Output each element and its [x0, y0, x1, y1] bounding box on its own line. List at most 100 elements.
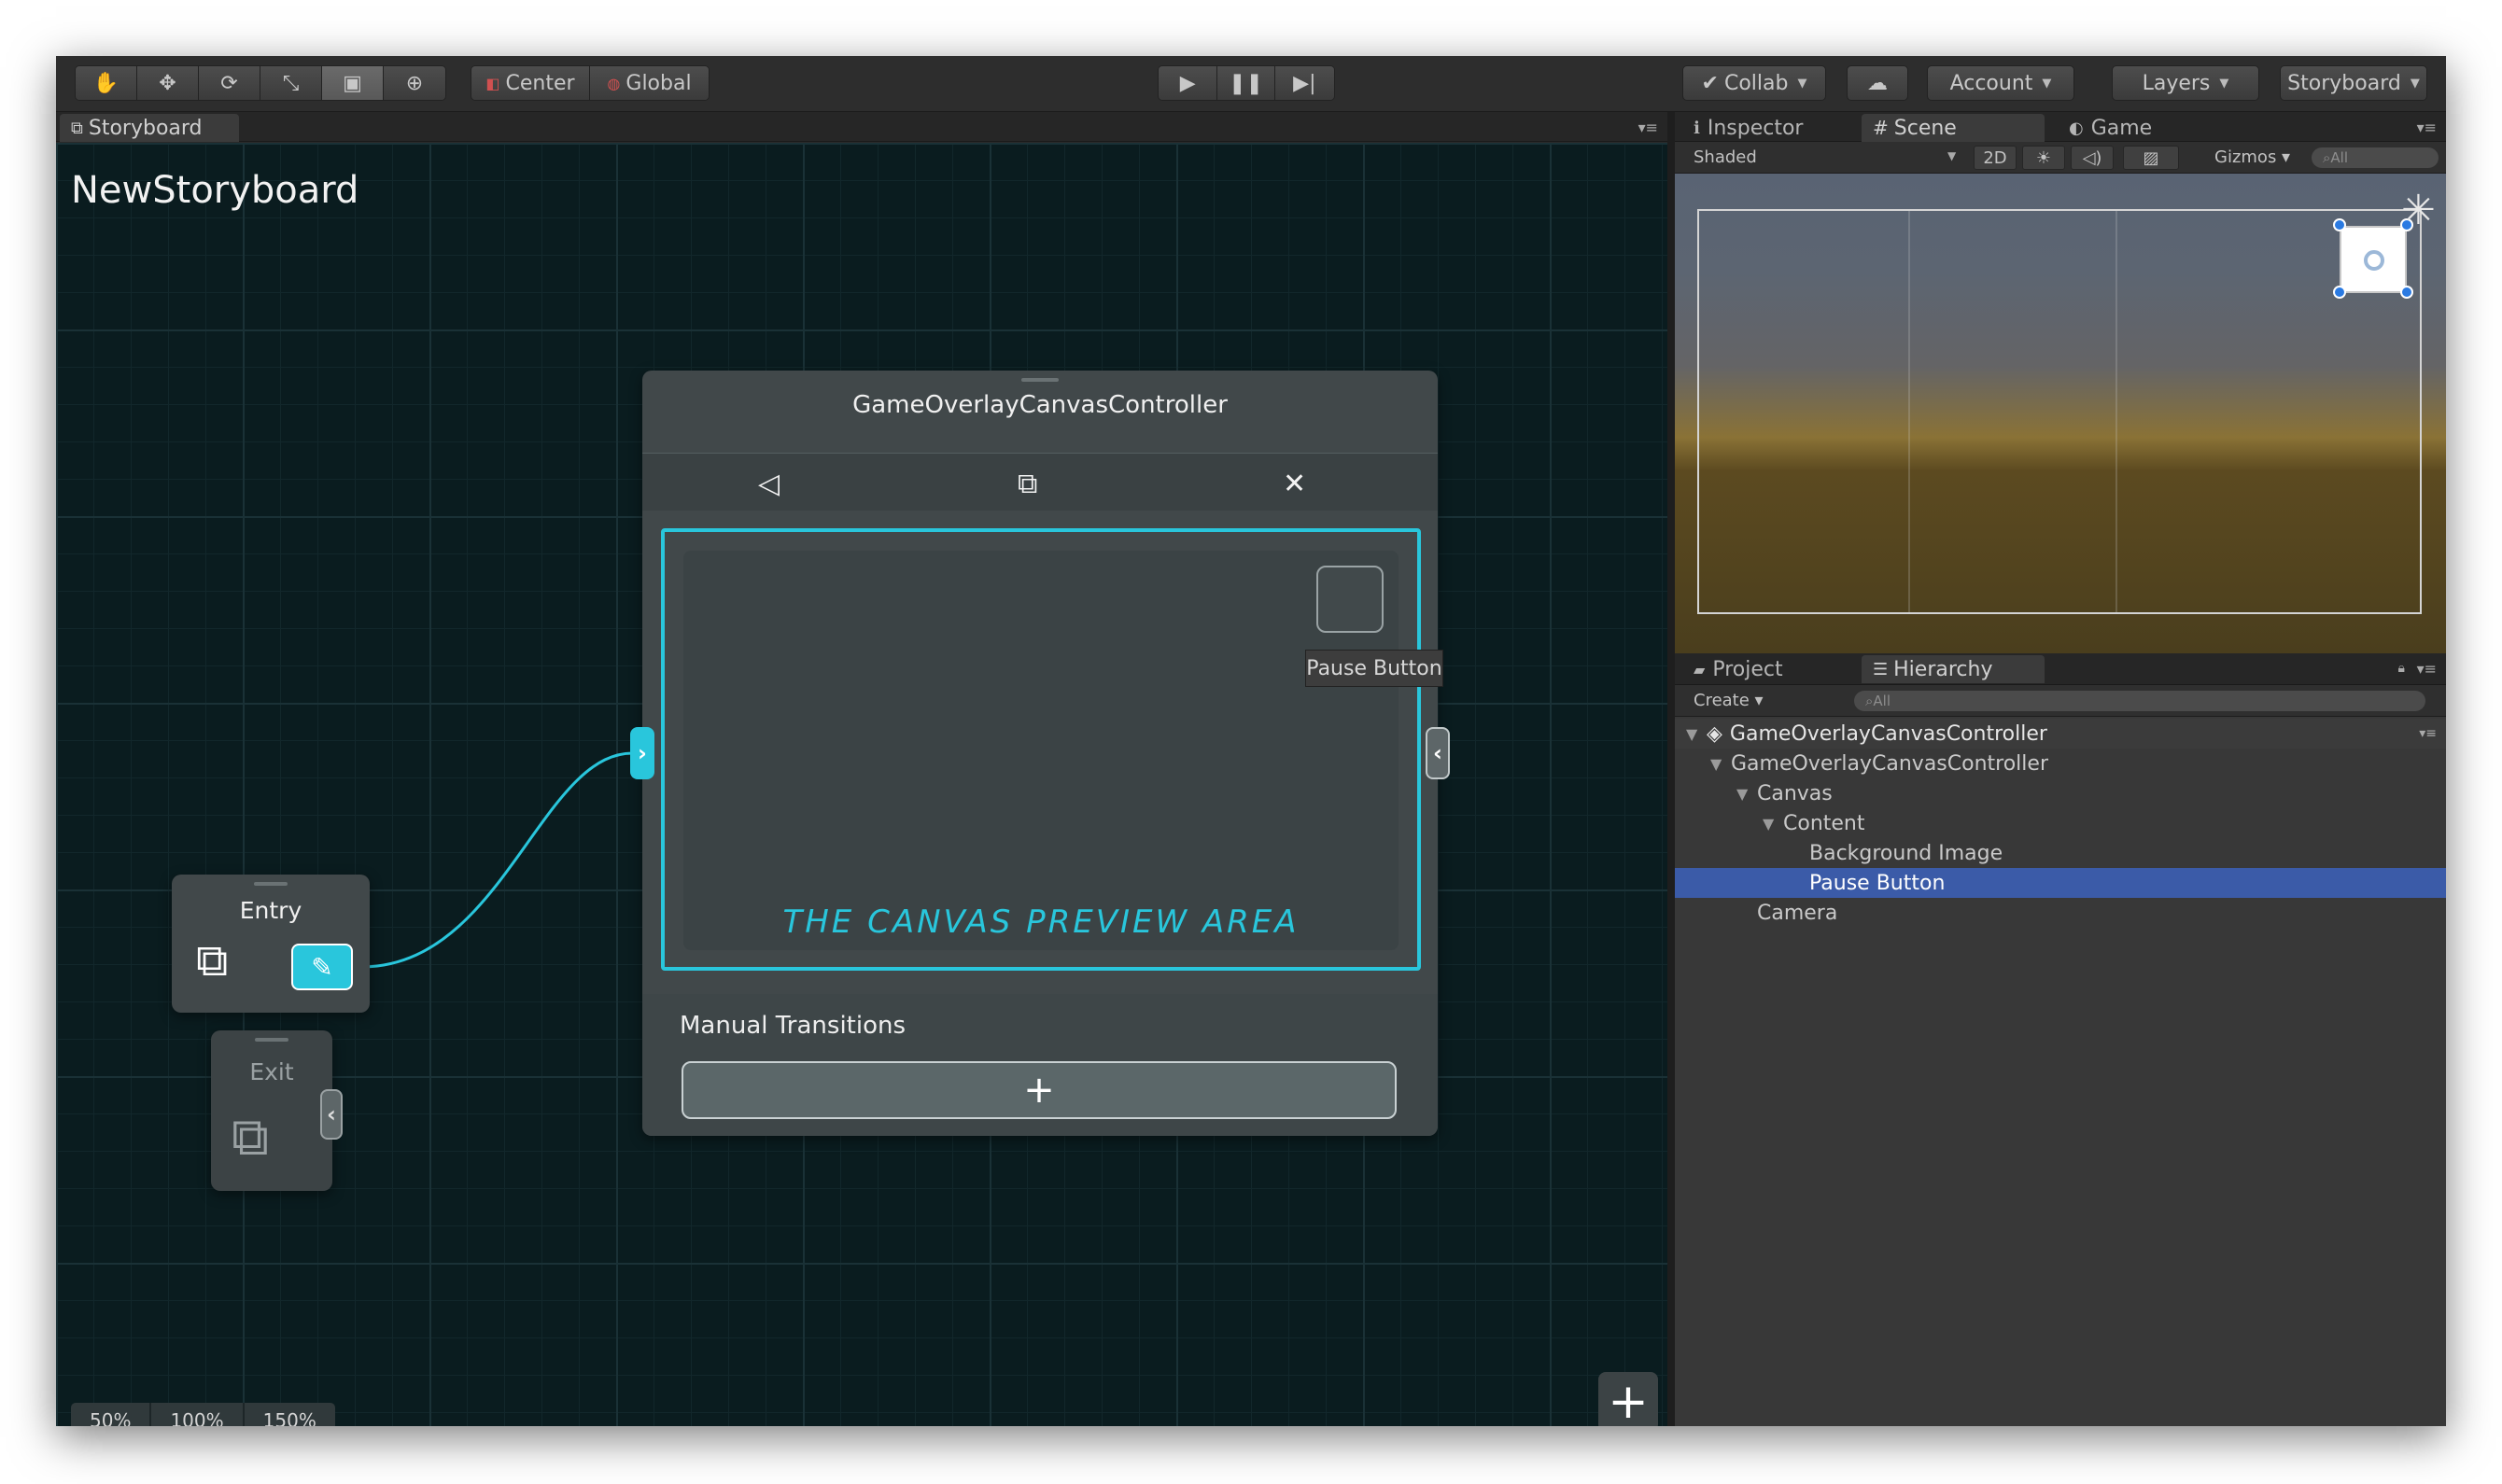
rotate-tool-icon[interactable]: ⟳ [199, 66, 260, 100]
effects-dropdown[interactable]: ▨ [2123, 146, 2179, 170]
orientation-gizmo-icon[interactable]: ✳ [2401, 187, 2436, 234]
tab-hierarchy[interactable]: ☰ Hierarchy [1862, 655, 2045, 683]
play-icon[interactable]: ▶ [1159, 66, 1218, 100]
panel-menu-icon[interactable]: ▾≡ [2417, 660, 2437, 678]
panel-divider[interactable] [1667, 112, 1675, 1426]
tab-scene[interactable]: # Scene [1862, 114, 2045, 142]
account-dropdown[interactable]: Account ▼ [1927, 65, 2074, 101]
zoom-50-button[interactable]: 50% [71, 1403, 152, 1426]
mode-2d-toggle[interactable]: 2D [1974, 146, 2017, 170]
controller-node[interactable]: GameOverlayCanvasController ◁ ⧉ ✕ THE CA… [642, 371, 1443, 1136]
mode-2d-label: 2D [1983, 147, 2007, 168]
exit-icon: ⧉ [232, 1107, 269, 1168]
scene-viewport[interactable]: ✳ [1675, 174, 2446, 653]
storyboard-canvas[interactable]: NewStoryboard GameOverlayCanvasControlle… [56, 143, 1667, 1426]
canvas-preview-area[interactable]: THE CANVAS PREVIEW AREA [683, 551, 1399, 950]
hierarchy-search-placeholder: All [1873, 693, 1891, 709]
preview-caption: THE CANVAS PREVIEW AREA [782, 903, 1300, 941]
layers-label: Layers [2142, 71, 2211, 95]
scene-search-placeholder: All [2330, 149, 2349, 166]
pivot-center-button[interactable]: ◧ Center [471, 66, 590, 100]
tab-project[interactable]: ▰ Project [1682, 655, 1865, 683]
hierarchy-item[interactable]: ▼ Content [1675, 808, 2446, 838]
unity-scene-icon: ◈ [1707, 721, 1722, 746]
plus-icon: + [1608, 1374, 1649, 1426]
resize-handle[interactable] [2333, 218, 2346, 231]
pacman-icon: ◐ [2069, 118, 2084, 138]
lighting-toggle[interactable]: ☀ [2022, 146, 2065, 170]
gizmos-label: Gizmos [2214, 147, 2277, 167]
right-panel: ℹ Inspector # Scene ◐ Game ▾≡ Shaded ▼ 2D ☀… [1675, 112, 2446, 1426]
entry-node[interactable]: Entry ⧉ ✎ [172, 875, 370, 1013]
chevron-left-icon: ‹ [327, 1101, 336, 1127]
shading-dropdown-icon[interactable]: ▼ [1947, 149, 1956, 162]
tab-project-label: Project [1712, 657, 1783, 681]
cloud-button[interactable]: ☁ [1847, 65, 1908, 101]
tab-storyboard-label: Storyboard [88, 116, 203, 140]
hierarchy-item-selected[interactable]: Pause Button [1675, 868, 2446, 898]
speaker-icon: ◁) [2082, 147, 2102, 168]
rect-tool-icon[interactable]: ▣ [322, 66, 384, 100]
exit-input-port[interactable]: ‹ [320, 1089, 343, 1140]
chevron-down-icon: ▼ [1763, 814, 1775, 833]
unity-icon[interactable]: ◁ [758, 468, 780, 500]
zoom-150-button[interactable]: 150% [244, 1403, 335, 1426]
pivot-global-label: Global [626, 71, 692, 95]
hierarchy-item[interactable]: ▼ Canvas [1675, 778, 2446, 808]
scene-search-input[interactable]: ⌕ All [2312, 147, 2439, 168]
gizmos-dropdown[interactable]: Gizmos ▾ [2214, 147, 2290, 167]
hand-tool-icon[interactable]: ✋ [76, 66, 137, 100]
canvas-preview-frame[interactable]: THE CANVAS PREVIEW AREA Pause Button [661, 528, 1443, 971]
panel-menu-icon[interactable]: ▾≡ [2417, 119, 2437, 136]
scene-toolbar: Shaded ▼ 2D ☀ ◁) ▨ Gizmos ▾ ⌕ All [1675, 142, 2446, 174]
storyboard-tabbar: ⧉ Storyboard ▾≡ [56, 112, 1667, 142]
pivot-global-button[interactable]: ◍ Global [590, 66, 709, 100]
create-dropdown[interactable]: Create ▾ [1694, 691, 1764, 710]
audio-toggle[interactable]: ◁) [2071, 146, 2114, 170]
scene-root-row[interactable]: ▼ ◈ GameOverlayCanvasController ▾≡ [1675, 719, 2446, 749]
tab-game[interactable]: ◐ Game [2058, 114, 2241, 142]
transform-tool-icon[interactable]: ⊕ [384, 66, 445, 100]
zoom-100-button[interactable]: 100% [151, 1403, 245, 1426]
move-tool-icon[interactable]: ✥ [137, 66, 199, 100]
drag-handle[interactable] [1021, 378, 1059, 382]
globe-icon: ◍ [607, 74, 621, 92]
panel-menu-icon[interactable]: ▾≡ [1638, 119, 1658, 136]
resize-handle[interactable] [2400, 286, 2413, 299]
controller-input-port[interactable]: › [630, 727, 654, 779]
layout-label: Storyboard [2287, 71, 2401, 95]
chevron-down-icon: ▼ [1686, 724, 1698, 743]
controller-output-port[interactable]: ‹ [1426, 727, 1450, 779]
exit-node[interactable]: Exit ⧉ [211, 1030, 332, 1191]
collab-button[interactable]: ✔ Collab ▼ [1682, 65, 1826, 101]
hierarchy-item[interactable]: Camera [1675, 898, 2446, 928]
hierarchy-search-input[interactable]: ⌕ All [1854, 691, 2425, 711]
tab-storyboard[interactable]: ⧉ Storyboard [60, 114, 239, 142]
layers-dropdown[interactable]: Layers ▼ [2112, 65, 2259, 101]
layout-dropdown[interactable]: Storyboard ▼ [2280, 65, 2427, 101]
hierarchy-item-label: Canvas [1757, 781, 1833, 805]
lock-icon[interactable]: 🔒︎ [2398, 661, 2405, 676]
scene-menu-icon[interactable]: ▾≡ [2419, 726, 2437, 741]
add-node-button[interactable]: + [1598, 1372, 1658, 1426]
pause-icon[interactable]: ❚❚ [1217, 66, 1275, 100]
pause-button-preview[interactable] [1316, 566, 1384, 633]
chevron-down-icon: ▼ [2042, 76, 2052, 91]
check-icon: ✔ [1701, 71, 1719, 95]
hierarchy-item[interactable]: Background Image [1675, 838, 2446, 868]
step-icon[interactable]: ▶| [1274, 66, 1334, 100]
transition-icon[interactable]: ⧉ [1018, 468, 1037, 500]
tab-inspector[interactable]: ℹ Inspector [1682, 114, 1865, 142]
close-icon[interactable]: ✕ [1283, 468, 1306, 500]
info-icon: ℹ [1694, 118, 1700, 138]
scale-tool-icon[interactable]: ⤡ [260, 66, 322, 100]
hierarchy-item[interactable]: ▼ GameOverlayCanvasController [1675, 749, 2446, 778]
edit-entry-button[interactable]: ✎ [291, 944, 353, 990]
pause-button-gizmo[interactable] [2340, 226, 2407, 293]
grid-icon: # [1873, 117, 1889, 139]
add-transition-button[interactable]: + [682, 1061, 1397, 1119]
resize-handle[interactable] [2333, 286, 2346, 299]
zoom-controls: 50% 100% 150% [71, 1403, 335, 1426]
hierarchy-item-label: Pause Button [1809, 871, 1946, 895]
scene-tabbar: ℹ Inspector # Scene ◐ Game ▾≡ [1675, 112, 2446, 142]
